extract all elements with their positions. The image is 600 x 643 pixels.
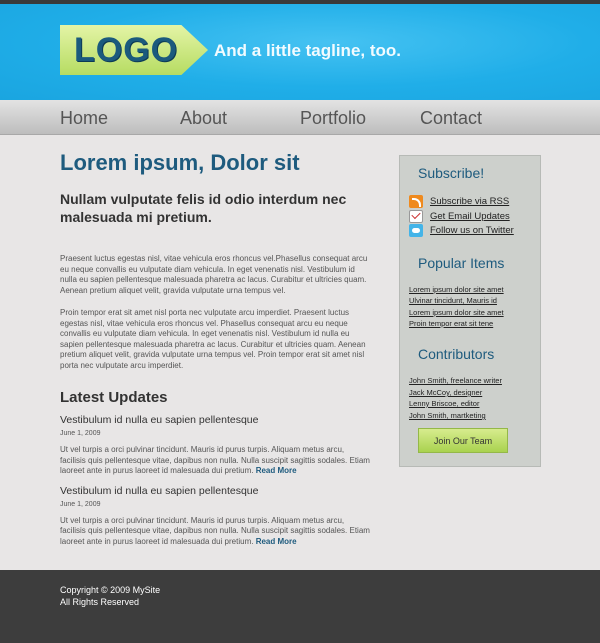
logo[interactable]: LOGO	[74, 31, 178, 70]
site-header: LOGO And a little tagline, too.	[0, 4, 600, 100]
rss-icon	[409, 194, 423, 208]
tagline: And a little tagline, too.	[214, 41, 401, 60]
update-body: Ut vel turpis a orci pulvinar tincidunt.…	[60, 445, 370, 477]
main-nav: Home About Portfolio Contact	[0, 100, 600, 135]
update-text: Ut vel turpis a orci pulvinar tincidunt.…	[60, 445, 370, 475]
subscribe-rss[interactable]: Subscribe via RSS	[409, 194, 509, 208]
contributor-link[interactable]: John Smith, martketing	[409, 411, 486, 420]
read-more-link[interactable]: Read More	[256, 466, 297, 475]
nav-about[interactable]: About	[180, 108, 227, 129]
update-item: Vestibulum id nulla eu sapien pellentesq…	[60, 485, 370, 548]
footer-rights: All Rights Reserved	[60, 597, 140, 607]
updates-heading: Latest Updates	[60, 389, 168, 406]
contributor-link[interactable]: Lenny Briscoe, editor	[409, 399, 479, 408]
page-title: Lorem ipsum, Dolor sit	[60, 150, 300, 175]
update-title[interactable]: Vestibulum id nulla eu sapien pellentesq…	[60, 414, 370, 426]
nav-contact[interactable]: Contact	[420, 108, 482, 129]
subscribe-twitter[interactable]: Follow us on Twitter	[409, 223, 514, 237]
subscribe-twitter-link[interactable]: Follow us on Twitter	[430, 225, 514, 236]
contributor-link[interactable]: Jack McCoy, designer	[409, 388, 482, 397]
nav-portfolio[interactable]: Portfolio	[300, 108, 366, 129]
update-date: June 1, 2009	[60, 500, 101, 508]
popular-link[interactable]: Ulvinar tincidunt, Mauris id	[409, 296, 497, 305]
email-icon	[409, 209, 423, 223]
intro-paragraph: Praesent luctus egestas nisl, vitae vehi…	[60, 254, 368, 295]
update-body: Ut vel turpis a orci pulvinar tincidunt.…	[60, 516, 370, 548]
join-team-button[interactable]: Join Our Team	[418, 428, 508, 453]
sidebar: Subscribe! Subscribe via RSS Get Email U…	[399, 155, 541, 467]
popular-link[interactable]: Proin tempor erat sit tene	[409, 319, 493, 328]
twitter-icon	[409, 223, 423, 237]
contributors-heading: Contributors	[418, 346, 495, 362]
main-content: Lorem ipsum, Dolor sit Nullam vulputate …	[60, 150, 370, 547]
subscribe-rss-link[interactable]: Subscribe via RSS	[430, 196, 509, 207]
subscribe-heading: Subscribe!	[418, 165, 485, 181]
subscribe-email[interactable]: Get Email Updates	[409, 209, 510, 223]
read-more-link[interactable]: Read More	[256, 537, 297, 546]
popular-link[interactable]: Lorem ipsum dolor site amet	[409, 308, 504, 317]
popular-link[interactable]: Lorem ipsum dolor site amet	[409, 285, 504, 294]
popular-heading: Popular Items	[418, 255, 505, 271]
update-text: Ut vel turpis a orci pulvinar tincidunt.…	[60, 515, 370, 546]
update-title[interactable]: Vestibulum id nulla eu sapien pellentesq…	[60, 485, 370, 497]
body-paragraph: Proin tempor erat sit amet nisl porta ne…	[60, 308, 366, 370]
contributor-link[interactable]: John Smith, freelance writer	[409, 376, 502, 385]
page-subtitle: Nullam vulputate felis id odio interdum …	[60, 191, 347, 225]
subscribe-email-link[interactable]: Get Email Updates	[430, 211, 510, 222]
site-footer: Copyright © 2009 MySite All Rights Reser…	[0, 570, 600, 643]
nav-home[interactable]: Home	[60, 108, 108, 129]
footer-copyright: Copyright © 2009 MySite	[60, 585, 161, 595]
update-date: June 1, 2009	[60, 430, 101, 437]
update-item: Vestibulum id nulla eu sapien pellentesq…	[60, 414, 370, 477]
